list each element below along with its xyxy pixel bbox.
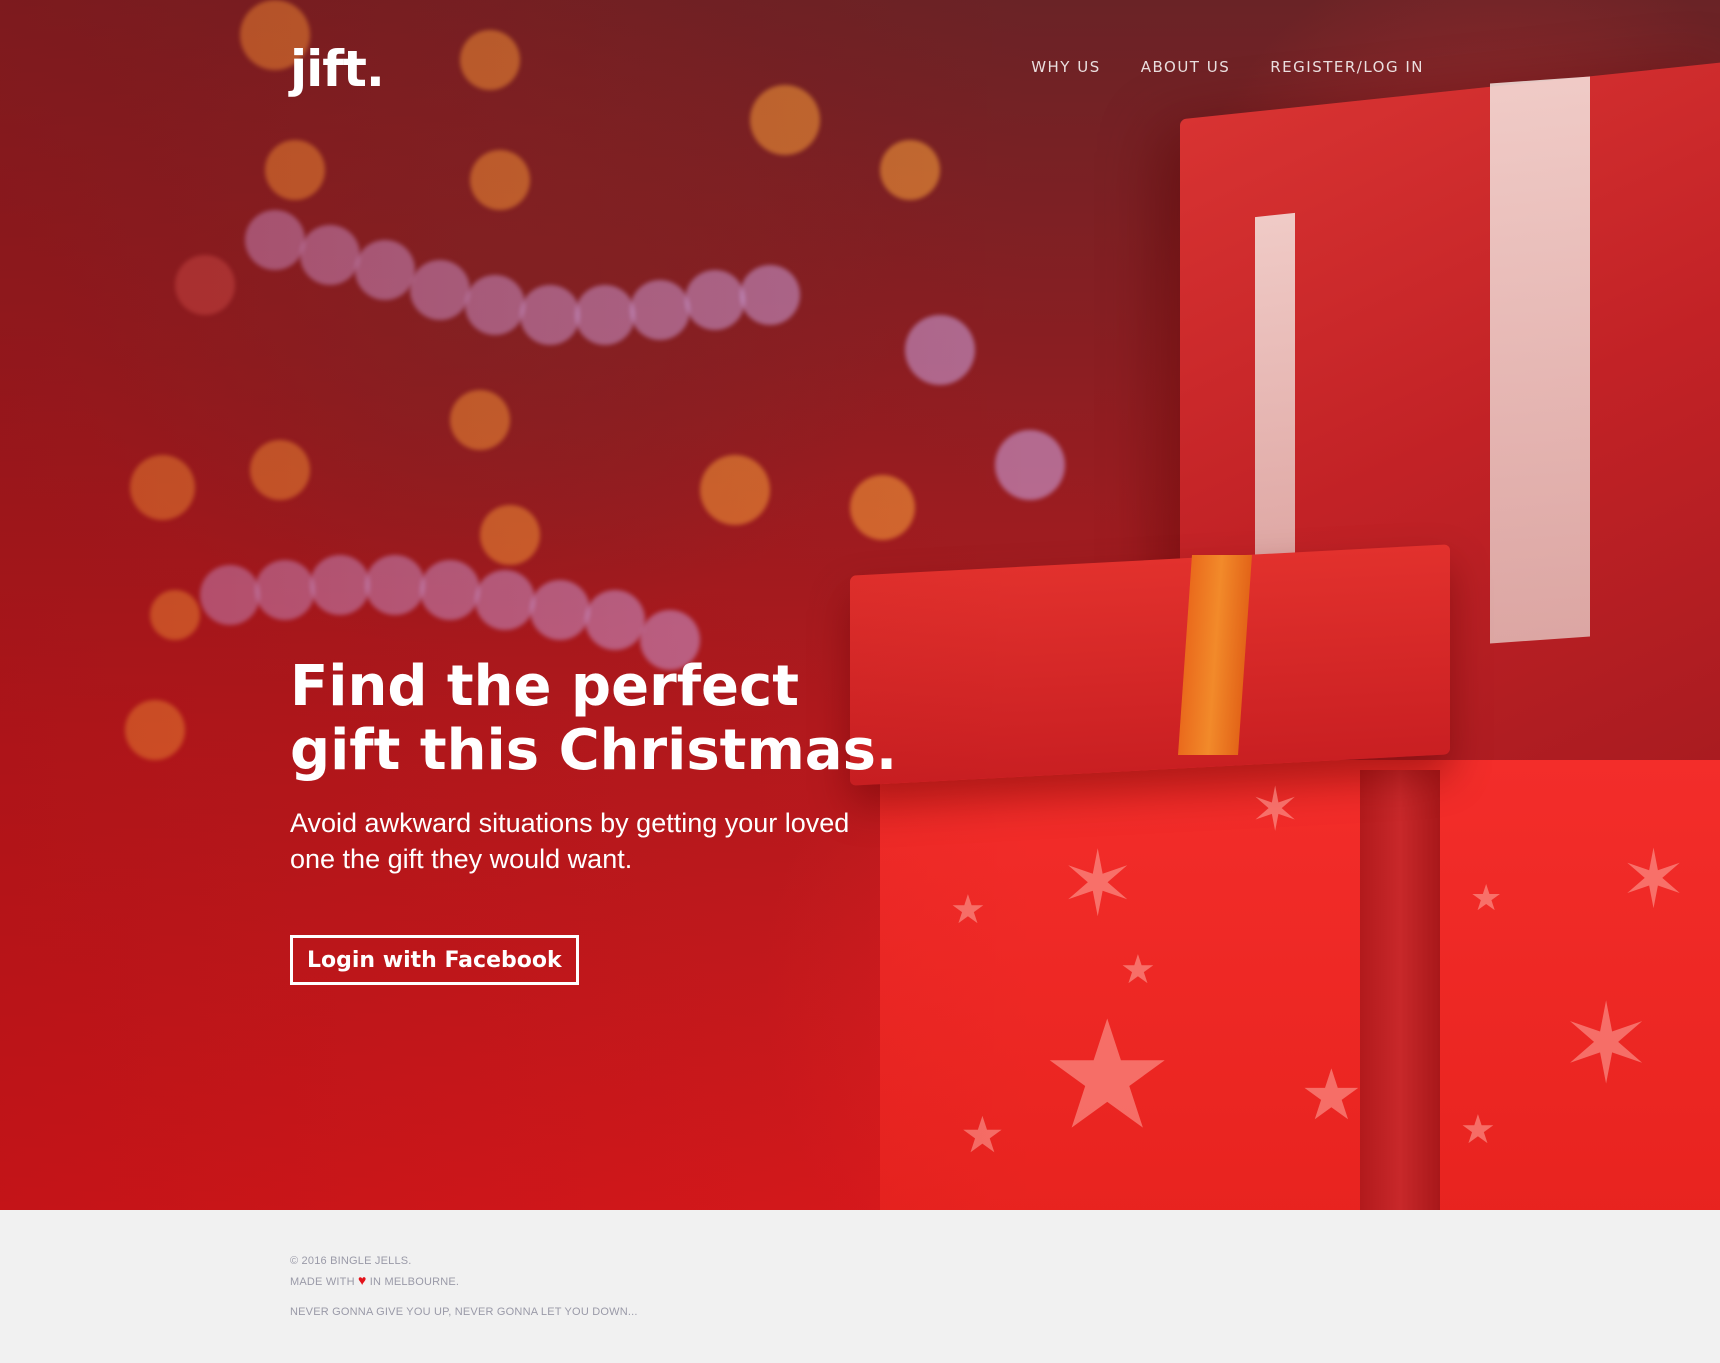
footer-made-with-suffix: IN MELBOURNE. [369,1276,460,1288]
heart-icon: ♥ [358,1272,367,1288]
nav-links: WHY US ABOUT US REGISTER/LOG IN [1031,58,1424,76]
footer-made-with-prefix: MADE WITH [290,1276,355,1288]
footer-copyright: © 2016 BINGLE JELLS. [290,1255,412,1267]
top-navigation: jift. WHY US ABOUT US REGISTER/LOG IN [0,0,1720,140]
login-with-facebook-button[interactable]: Login with Facebook [290,935,579,985]
hero-subheadline: Avoid awkward situations by getting your… [290,808,850,874]
hero-overlay [0,0,1720,1210]
hero-headline: Find the perfect gift this Christmas. [290,654,898,783]
jift-logo[interactable]: jift. [290,40,385,98]
footer: © 2016 BINGLE JELLS. MADE WITH ♥ IN MELB… [0,1210,1720,1363]
hero-section: ✶ ✶ ✶ ★ ★ ★ ★ ✶ ★ ★ ★ jift. WHY US ABOUT… [0,0,1720,1210]
nav-link-register-login[interactable]: REGISTER/LOG IN [1270,58,1424,76]
nav-link-why-us[interactable]: WHY US [1031,58,1101,76]
footer-made-with: MADE WITH ♥ IN MELBOURNE. [290,1272,459,1288]
footer-tagline: NEVER GONNA GIVE YOU UP, NEVER GONNA LET… [290,1306,638,1318]
nav-link-about-us[interactable]: ABOUT US [1141,58,1231,76]
